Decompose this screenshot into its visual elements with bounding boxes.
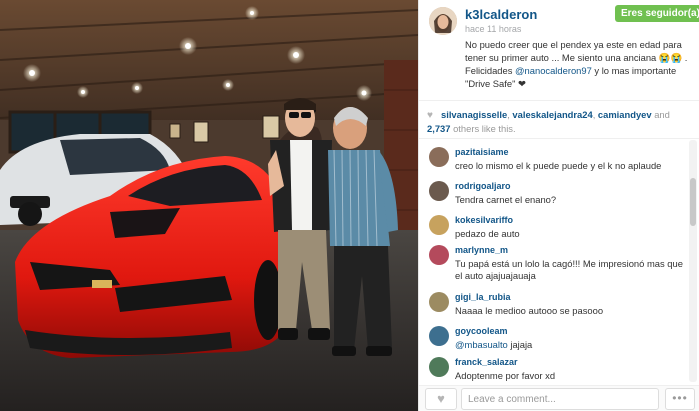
likes-summary: ♥ silvanagisselle, valeskalejandra24, cam…: [427, 108, 695, 135]
commenter-username[interactable]: gigi_la_rubia: [455, 292, 511, 302]
comment-text: @mbasualto jajaja: [455, 339, 687, 351]
commenter-avatar[interactable]: [429, 326, 449, 346]
post-side-panel: k3lcalderon Eres seguidor(a) hace 11 hor…: [418, 0, 699, 411]
more-options-icon: •••: [672, 391, 688, 405]
liker-name[interactable]: valeskalejandra24: [512, 109, 592, 120]
commenter-username[interactable]: franck_salazar: [455, 357, 518, 367]
comment-item: rodrigoaljaro Tendra carnet el enano?: [419, 181, 691, 219]
comment-item: franck_salazar Adoptenme por favor xd: [419, 357, 691, 381]
more-options-button[interactable]: •••: [665, 388, 695, 410]
comment-footer: ♥ •••: [419, 385, 699, 411]
likes-others-text: others like this.: [450, 123, 516, 134]
scrollbar-thumb[interactable]: [690, 178, 696, 226]
commenter-avatar[interactable]: [429, 245, 449, 265]
commenter-username[interactable]: pazitaisiame: [455, 147, 509, 157]
following-button[interactable]: Eres seguidor(a): [615, 5, 699, 22]
comments-list[interactable]: pazitaisiame creo lo mismo el k puede pu…: [419, 143, 691, 381]
caption-mention[interactable]: @nanocalderon97: [515, 65, 592, 76]
commenter-avatar[interactable]: [429, 357, 449, 377]
comment-text: Tendra carnet el enano?: [455, 194, 557, 205]
comments-scrollbar[interactable]: [689, 140, 697, 382]
commenter-avatar[interactable]: [429, 215, 449, 235]
comment-item: marlynne_m Tu papá está un lolo la cagó!…: [419, 245, 691, 283]
commenter-username[interactable]: kokesilvariffo: [455, 215, 513, 225]
comment-input[interactable]: [461, 388, 659, 410]
likes-and-text: and: [651, 109, 670, 120]
comment-item: gigi_la_rubia Naaaa le medioo autooo se …: [419, 292, 691, 330]
commenter-username[interactable]: rodrigoaljaro: [455, 181, 511, 191]
post-timestamp: hace 11 horas: [465, 24, 522, 34]
comment-text: Naaaa le medioo autooo se pasooo: [455, 305, 604, 316]
liker-name[interactable]: camiandyev: [598, 109, 652, 120]
author-avatar-image: [429, 7, 457, 35]
divider: [419, 138, 699, 139]
instagram-post-view: k3lcalderon Eres seguidor(a) hace 11 hor…: [0, 0, 699, 411]
like-button[interactable]: ♥: [425, 388, 457, 410]
author-username[interactable]: k3lcalderon: [465, 7, 537, 22]
likes-others-count[interactable]: 2,737: [427, 123, 450, 134]
heart-icon: ♥: [437, 391, 445, 406]
photo-illustration: [0, 0, 418, 411]
post-caption: No puedo creer que el pendex ya este en …: [465, 38, 697, 90]
comment-text-rest: jajaja: [507, 339, 533, 350]
comment-text: Tu papá está un lolo la cagó!!! Me impre…: [455, 258, 683, 281]
comment-mention[interactable]: @mbasualto: [455, 339, 508, 350]
commenter-username[interactable]: marlynne_m: [455, 245, 508, 255]
post-photo[interactable]: [0, 0, 418, 411]
likes-heart-icon: ♥: [427, 110, 433, 121]
liker-name[interactable]: silvanagisselle: [441, 109, 507, 120]
comment-text: creo lo mismo el k puede puede y el k no…: [455, 160, 662, 171]
comment-text: Adoptenme por favor xd: [455, 370, 556, 381]
commenter-avatar[interactable]: [429, 292, 449, 312]
post-header: k3lcalderon Eres seguidor(a) hace 11 hor…: [419, 0, 699, 100]
commenter-username[interactable]: goycooleam: [455, 326, 508, 336]
commenter-avatar[interactable]: [429, 181, 449, 201]
comment-text: pedazo de auto: [455, 228, 520, 239]
commenter-avatar[interactable]: [429, 147, 449, 167]
divider: [419, 100, 699, 101]
comment-item: pazitaisiame creo lo mismo el k puede pu…: [419, 147, 691, 185]
author-avatar[interactable]: [429, 7, 457, 35]
